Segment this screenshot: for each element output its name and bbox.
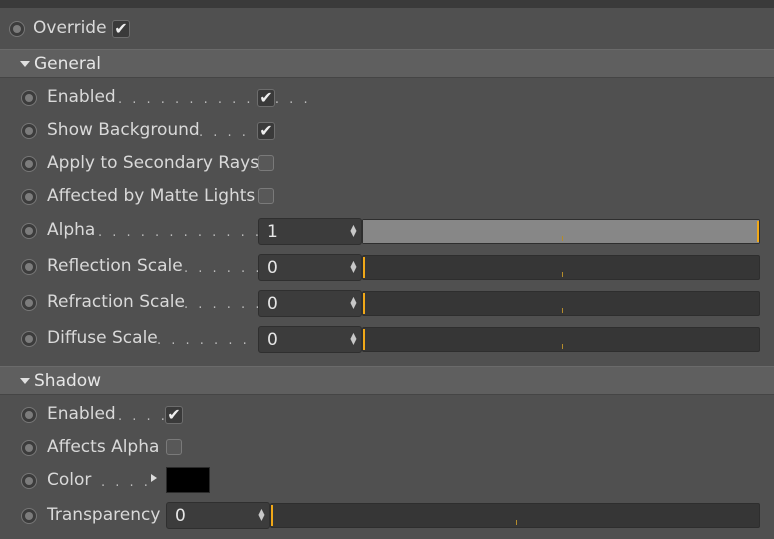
color-dots: . . . . [101,475,151,490]
check-icon: ✔ [259,88,273,107]
alpha-label: Alpha [47,220,96,240]
show-background-animate-radio[interactable] [21,123,37,139]
affects-alpha-checkbox[interactable] [166,439,182,455]
transparency-animate-radio[interactable] [21,508,37,524]
affects-alpha-animate-radio[interactable] [21,440,37,456]
diffuse-scale-slider[interactable] [362,327,760,352]
check-icon: ✔ [259,121,273,140]
transparency-slider-handle[interactable] [271,505,273,526]
override-animate-radio[interactable] [9,21,25,37]
secondary-rays-checkbox[interactable] [258,155,274,171]
reflection-scale-slider-midtick [562,272,563,277]
enabled-checkbox[interactable]: ✔ [257,89,275,107]
shadow-section-title: Shadow [34,370,102,391]
alpha-slider-midtick [562,236,563,241]
spinner-arrows-icon[interactable]: ▲ ▼ [350,224,357,238]
matte-lights-label: Affected by Matte Lights [47,186,256,206]
override-label: Override [33,18,107,38]
reflection-scale-slider[interactable] [362,255,760,280]
diffuse-scale-input[interactable]: 0 ▲ ▼ [258,326,362,353]
transparency-slider-midtick [516,520,517,525]
secondary-rays-label: Apply to Secondary Rays [47,153,260,173]
diffuse-scale-slider-midtick [562,344,563,349]
alpha-slider[interactable] [362,219,760,244]
matte-lights-animate-radio[interactable] [21,189,37,205]
refraction-scale-value: 0 [267,293,278,314]
show-background-label: Show Background [47,120,200,140]
show-background-checkbox[interactable]: ✔ [257,122,275,140]
general-section-header[interactable]: General [0,49,774,78]
refraction-scale-animate-radio[interactable] [21,295,37,311]
alpha-animate-radio[interactable] [21,223,37,239]
chevron-down-icon [20,377,30,384]
refraction-scale-label: Refraction Scale [47,292,185,312]
reflection-scale-animate-radio[interactable] [21,259,37,275]
chevron-down-icon [20,60,30,67]
shadow-enabled-animate-radio[interactable] [21,407,37,423]
shadow-section-header[interactable]: Shadow [0,366,774,395]
spinner-arrows-icon[interactable]: ▲ ▼ [350,332,357,346]
shadow-enabled-label: Enabled [47,404,116,424]
override-checkbox[interactable]: ✔ [112,20,130,38]
alpha-input[interactable]: 1 ▲ ▼ [258,218,362,245]
spinner-arrows-icon[interactable]: ▲ ▼ [350,260,357,274]
transparency-value: 0 [175,505,186,526]
diffuse-scale-value: 0 [267,329,278,350]
matte-lights-checkbox[interactable] [258,188,274,204]
reflection-scale-value: 0 [267,257,278,278]
alpha-value: 1 [267,221,278,242]
transparency-input[interactable]: 0 ▲ ▼ [166,502,270,529]
check-icon: ✔ [114,19,128,38]
reflection-scale-slider-handle[interactable] [363,257,365,278]
diffuse-scale-slider-handle[interactable] [363,329,365,350]
expand-arrow-icon[interactable] [151,474,157,482]
spinner-arrows-icon[interactable]: ▲ ▼ [350,296,357,310]
reflection-scale-label: Reflection Scale [47,256,183,276]
check-icon: ✔ [167,405,181,424]
reflection-scale-input[interactable]: 0 ▲ ▼ [258,254,362,281]
shadow-color-swatch[interactable] [166,467,210,493]
top-bar [0,0,774,8]
diffuse-scale-animate-radio[interactable] [21,331,37,347]
alpha-slider-handle[interactable] [757,221,759,242]
transparency-slider[interactable] [270,503,760,528]
shadow-enabled-checkbox[interactable]: ✔ [165,406,183,424]
enabled-animate-radio[interactable] [21,90,37,106]
refraction-scale-slider-midtick [562,308,563,313]
refraction-scale-slider-handle[interactable] [363,293,365,314]
color-animate-radio[interactable] [21,473,37,489]
secondary-rays-animate-radio[interactable] [21,156,37,172]
enabled-dots: . . . . . . . . . . . . . . [118,92,311,107]
enabled-label: Enabled [47,87,116,107]
refraction-scale-slider[interactable] [362,291,760,316]
general-section-title: General [34,53,101,74]
color-label: Color [47,470,92,490]
refraction-scale-input[interactable]: 0 ▲ ▼ [258,290,362,317]
diffuse-scale-label: Diffuse Scale [47,328,158,348]
alpha-slider-fill [363,220,759,243]
show-background-dots: . . . . . [199,125,264,140]
spinner-arrows-icon[interactable]: ▲ ▼ [258,508,265,522]
transparency-label: Transparency [47,505,161,525]
affects-alpha-label: Affects Alpha [47,437,160,457]
